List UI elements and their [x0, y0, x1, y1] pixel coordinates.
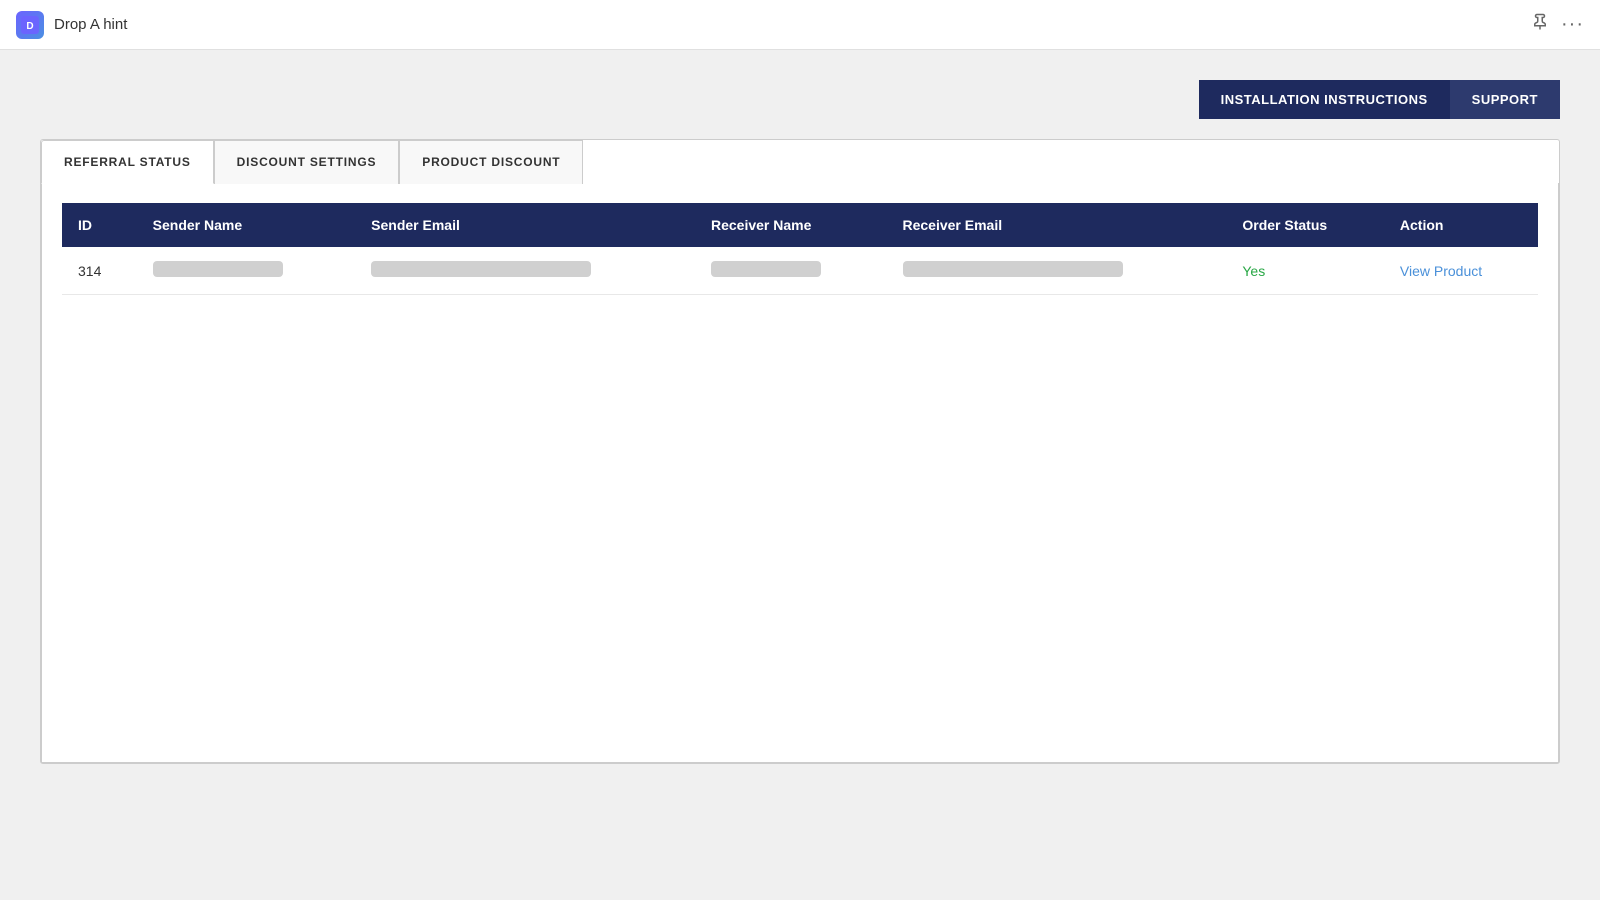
col-id: ID — [62, 203, 137, 247]
app-icon: D — [16, 11, 44, 39]
status-badge: Yes — [1242, 263, 1265, 279]
receiver-name-blurred — [711, 261, 821, 277]
tabs-container: REFERRAL STATUS DISCOUNT SETTINGS PRODUC… — [40, 139, 1560, 764]
cell-receiver-name — [695, 247, 887, 295]
tab-discount-settings[interactable]: DISCOUNT SETTINGS — [214, 140, 400, 184]
col-receiver-name: Receiver Name — [695, 203, 887, 247]
table-body: 314 Yes — [62, 247, 1538, 295]
table-header: ID Sender Name Sender Email Receiver Nam… — [62, 203, 1538, 247]
sender-email-blurred — [371, 261, 591, 277]
receiver-email-blurred — [903, 261, 1123, 277]
tabs-header: REFERRAL STATUS DISCOUNT SETTINGS PRODUC… — [41, 140, 1559, 183]
top-bar: D Drop A hint ··· — [0, 0, 1600, 50]
pin-icon[interactable] — [1531, 13, 1549, 36]
main-content: INSTALLATION INSTRUCTIONS SUPPORT REFERR… — [0, 50, 1600, 794]
tab-product-discount[interactable]: PRODUCT DISCOUNT — [399, 140, 583, 184]
cell-receiver-email — [887, 247, 1227, 295]
col-action: Action — [1384, 203, 1538, 247]
app-title: Drop A hint — [54, 16, 127, 33]
more-icon[interactable]: ··· — [1561, 13, 1584, 36]
col-sender-email: Sender Email — [355, 203, 695, 247]
referral-table: ID Sender Name Sender Email Receiver Nam… — [62, 203, 1538, 295]
view-product-link[interactable]: View Product — [1400, 263, 1482, 279]
top-bar-left: D Drop A hint — [16, 11, 127, 39]
cell-action: View Product — [1384, 247, 1538, 295]
support-button[interactable]: SUPPORT — [1450, 80, 1560, 119]
installation-instructions-button[interactable]: INSTALLATION INSTRUCTIONS — [1199, 80, 1450, 119]
table-area: ID Sender Name Sender Email Receiver Nam… — [41, 183, 1559, 763]
sender-name-blurred — [153, 261, 283, 277]
tab-referral-status[interactable]: REFERRAL STATUS — [41, 140, 214, 184]
cell-sender-name — [137, 247, 355, 295]
cell-order-status: Yes — [1226, 247, 1384, 295]
top-bar-right: ··· — [1531, 13, 1584, 36]
col-order-status: Order Status — [1226, 203, 1384, 247]
col-sender-name: Sender Name — [137, 203, 355, 247]
table-row: 314 Yes — [62, 247, 1538, 295]
col-receiver-email: Receiver Email — [887, 203, 1227, 247]
cell-sender-email — [355, 247, 695, 295]
cell-id: 314 — [62, 247, 137, 295]
header-buttons: INSTALLATION INSTRUCTIONS SUPPORT — [40, 80, 1560, 119]
svg-text:D: D — [26, 21, 33, 32]
